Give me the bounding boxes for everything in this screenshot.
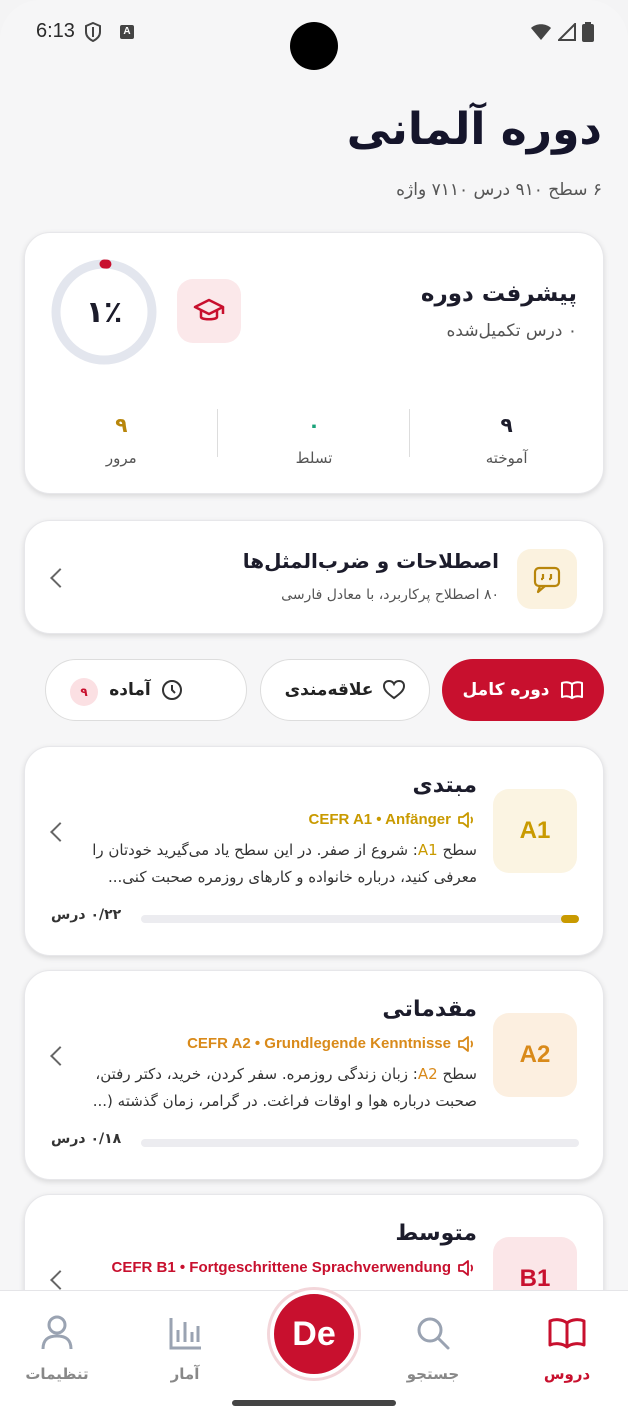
nav-settings-label: تنظیمات: [25, 1365, 89, 1383]
stats-row: ۹ آموخته ۰ تسلط ۹ مرور: [25, 409, 603, 479]
page-subtitle: ۶ سطح ۹۱۰ درس ۷۱۱۰ واژه: [396, 180, 602, 200]
de-center-button[interactable]: De: [270, 1290, 358, 1378]
chevron-left-icon: [50, 568, 70, 588]
stat-label: مرور: [105, 449, 137, 467]
nav-settings[interactable]: تنظیمات: [12, 1313, 102, 1383]
level-title: مبتدی: [412, 773, 477, 798]
level-progress-track: [141, 915, 579, 923]
level-cefr: CEFR A1 • Anfänger: [309, 811, 478, 828]
level-lesson-count: ۰/۲۲ درس: [51, 907, 122, 923]
stat-learned: ۹ آموخته: [410, 409, 603, 479]
a-notification-icon: A: [120, 25, 134, 39]
progress-card: پیشرفت دوره ۰ درس تکمیل‌شده ۱٪ ۹ آموخته …: [24, 232, 604, 494]
desc-prefix: سطح: [437, 1065, 477, 1083]
chevron-left-icon: [50, 1270, 70, 1290]
desc-code: A1: [417, 841, 438, 859]
level-cefr-text: CEFR A1 • Anfänger: [308, 811, 452, 828]
progress-percent: ۱٪: [85, 294, 123, 330]
shield-icon: [85, 22, 101, 42]
nav-lessons-label: دروس: [543, 1365, 591, 1383]
wifi-icon: [531, 24, 551, 40]
level-code-box: A2: [493, 1013, 577, 1097]
signal-icon: [558, 23, 576, 41]
stat-mastered: ۰ تسلط: [218, 409, 411, 479]
level-description: سطح A2: زبان زندگی روزمره. سفر کردن، خری…: [87, 1061, 477, 1115]
filter-fav-label: علاقه‌مندی: [284, 680, 374, 700]
desc-code: A2: [417, 1065, 438, 1083]
status-bar: 6:13 A: [0, 0, 628, 70]
level-cefr: CEFR B1 • Fortgeschrittene Sprachverwend…: [112, 1259, 477, 1276]
book-icon: [560, 681, 583, 699]
search-icon: [417, 1317, 450, 1350]
speaker-icon[interactable]: [457, 811, 477, 828]
filter-ready[interactable]: آماده ۹: [45, 659, 247, 721]
level-code-box: A1: [493, 789, 577, 873]
filter-full-label: دوره کامل: [462, 680, 550, 700]
filter-favorites[interactable]: علاقه‌مندی: [260, 659, 430, 721]
filter-full-course[interactable]: دوره کامل: [442, 659, 604, 721]
chevron-left-icon: [50, 1046, 70, 1066]
nav-lessons[interactable]: دروس: [522, 1313, 612, 1383]
ready-count-badge: ۹: [70, 678, 98, 706]
speaker-icon[interactable]: [457, 1259, 477, 1276]
home-indicator[interactable]: [232, 1400, 396, 1406]
stat-value: ۹: [115, 413, 128, 437]
level-description: سطح A1: شروع از صفر. در این سطح یاد می‌گ…: [87, 837, 477, 891]
filter-ready-label: آماده: [109, 680, 151, 700]
stat-label: تسلط: [295, 449, 333, 467]
speaker-icon[interactable]: [457, 1035, 477, 1052]
quote-bubble-icon: [517, 549, 577, 609]
nav-stats[interactable]: آمار: [140, 1313, 230, 1383]
nav-search[interactable]: جستجو: [388, 1313, 478, 1383]
heart-icon: [383, 680, 406, 700]
level-lesson-count: ۰/۱۸ درس: [51, 1131, 122, 1147]
graduation-cap-icon: [177, 279, 241, 343]
book-icon: [548, 1318, 586, 1349]
level-cefr-text: CEFR A2 • Grundlegende Kenntnisse: [187, 1035, 451, 1052]
nav-stats-label: آمار: [170, 1365, 200, 1383]
status-icons: [530, 22, 594, 42]
level-card-a1[interactable]: A1 مبتدی CEFR A1 • Anfänger سطح A1: شروع…: [24, 746, 604, 956]
level-progress-fill: [561, 915, 579, 923]
status-time: 6:13: [36, 20, 75, 42]
page-title: دوره آلمانی: [346, 104, 602, 155]
desc-prefix: سطح: [437, 841, 477, 859]
level-cefr-text: CEFR B1 • Fortgeschrittene Sprachverwend…: [111, 1259, 451, 1276]
level-title: متوسط: [395, 1221, 477, 1246]
progress-title: پیشرفت دوره: [420, 281, 577, 307]
level-title: مقدماتی: [382, 997, 477, 1022]
level-cefr: CEFR A2 • Grundlegende Kenntnisse: [187, 1035, 477, 1052]
progress-subtitle: ۰ درس تکمیل‌شده: [446, 321, 577, 341]
camera-cutout: [290, 22, 338, 70]
stat-value: ۰: [307, 413, 321, 437]
level-progress-track: [141, 1139, 579, 1147]
stat-review: ۹ مرور: [25, 409, 218, 479]
bar-chart-icon: [169, 1318, 201, 1350]
user-icon: [41, 1315, 73, 1350]
stat-value: ۹: [500, 413, 513, 437]
idioms-card[interactable]: اصطلاحات و ضرب‌المثل‌ها ۸۰ اصطلاح پرکارب…: [24, 520, 604, 634]
nav-search-label: جستجو: [406, 1365, 460, 1383]
clock-icon: [161, 680, 182, 700]
idioms-title: اصطلاحات و ضرب‌المثل‌ها: [242, 549, 499, 573]
level-card-a2[interactable]: A2 مقدماتی CEFR A2 • Grundlegende Kenntn…: [24, 970, 604, 1180]
battery-icon: [582, 22, 594, 42]
screen: 6:13 A دوره آلمانی ۶ سطح ۹۱۰ درس ۷۱۱۰ وا…: [0, 0, 628, 1416]
chevron-left-icon: [50, 822, 70, 842]
idioms-subtitle: ۸۰ اصطلاح پرکاربرد، با معادل فارسی: [281, 587, 499, 603]
stat-label: آموخته: [485, 449, 528, 467]
